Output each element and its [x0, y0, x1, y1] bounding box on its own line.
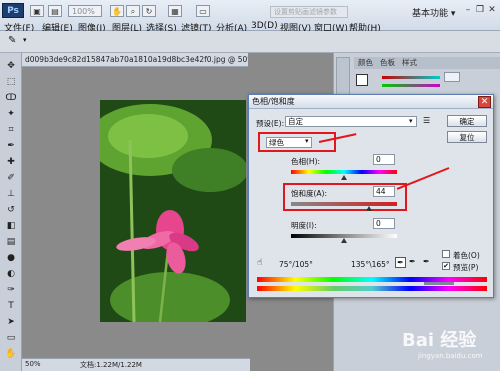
hand-icon[interactable]: ✋ [110, 5, 124, 17]
preview-label: 预览(P) [453, 263, 479, 272]
chevron-down-icon[interactable]: ▾ [409, 117, 413, 125]
clone-stamp-tool-icon[interactable]: ⊥ [5, 188, 17, 200]
type-tool-icon[interactable]: T [5, 300, 17, 312]
close-icon[interactable]: ✕ [478, 96, 491, 108]
preset-label: 预设(E): [256, 119, 285, 128]
chevron-down-icon[interactable]: ▾ [305, 137, 309, 145]
reset-button[interactable]: 复位 [447, 131, 487, 143]
hue-slider-track[interactable] [291, 170, 397, 174]
shape-tool-icon[interactable]: ▭ [5, 332, 17, 344]
restore-icon[interactable]: ❐ [474, 4, 486, 16]
tab-swatches[interactable]: 色板 [380, 57, 395, 69]
saturation-label: 饱和度(A): [291, 189, 328, 198]
targeted-adjustment-icon[interactable]: ☝ [257, 258, 262, 268]
workspace-switcher[interactable]: 基本功能 ▾ [412, 6, 455, 19]
lotus-illustration [100, 100, 246, 322]
preset-value: 自定 [288, 117, 303, 126]
eyedropper-minus-icon[interactable]: ✒ [423, 257, 430, 266]
channel-value: 绿色 [269, 138, 284, 147]
eyedropper-tool-preset-icon[interactable]: ✎ [8, 35, 22, 47]
close-app-icon[interactable]: ✕ [486, 4, 498, 16]
brush-tool-icon[interactable]: ✐ [5, 172, 17, 184]
lightness-field[interactable]: 0 [373, 218, 395, 229]
gradient-tool-icon[interactable]: ▤ [5, 236, 17, 248]
range-left-value: 75°/105° [279, 260, 313, 269]
blur-tool-icon[interactable]: ● [5, 252, 17, 264]
minimize-icon[interactable]: – [462, 4, 474, 16]
color-slider-g[interactable] [382, 84, 440, 87]
hue-slider-thumb[interactable] [341, 175, 347, 180]
foreground-color-swatch[interactable] [356, 74, 368, 86]
watermark-brand: Bai 经验 [402, 330, 477, 351]
options-hint-field: 设置剪贴画滤镜参数 [270, 6, 348, 18]
status-doc-size: 文档:1.22M/1.22M [80, 361, 142, 369]
status-bar: 50% 文档:1.22M/1.22M [22, 358, 250, 371]
color-panel-tabs: 颜色 色板 样式 [354, 57, 500, 69]
watermark-url: jingyan.baidu.com [418, 352, 483, 360]
preset-options-icon[interactable]: ☰ [423, 116, 430, 125]
annotation-arrow [396, 167, 450, 190]
tab-color[interactable]: 颜色 [358, 57, 373, 69]
path-select-tool-icon[interactable]: ➤ [5, 316, 17, 328]
bridge-icon[interactable]: ▣ [30, 5, 44, 17]
eyedropper-icon[interactable]: ✒ [395, 257, 406, 268]
document-tab[interactable]: d009b3de9c82d15847ab70a1810a19d8bc3e42f0… [22, 53, 248, 67]
eyedropper-tool-icon[interactable]: ✒ [5, 140, 17, 152]
healing-brush-tool-icon[interactable]: ✚ [5, 156, 17, 168]
status-zoom[interactable]: 50% [25, 360, 41, 368]
preset-select[interactable]: 自定 [285, 116, 417, 127]
hue-label: 色相(H): [291, 157, 321, 166]
lightness-slider-thumb[interactable] [341, 238, 347, 243]
color-bar-bottom [257, 286, 487, 291]
menu-3d[interactable]: 3D(D) [251, 21, 278, 31]
zoom-icon[interactable]: ⌕ [126, 5, 140, 17]
options-bar [0, 31, 500, 53]
zoom-level-select[interactable]: 100% [68, 5, 102, 17]
range-right-value: 135°\165° [351, 260, 390, 269]
ok-button[interactable]: 确定 [447, 115, 487, 127]
screen-mode-icon[interactable]: ▭ [196, 5, 210, 17]
history-brush-tool-icon[interactable]: ↺ [5, 204, 17, 216]
color-value-field[interactable] [444, 72, 460, 82]
eraser-tool-icon[interactable]: ◧ [5, 220, 17, 232]
color-slider-r[interactable] [382, 76, 440, 79]
saturation-slider-thumb[interactable] [366, 206, 372, 211]
dodge-tool-icon[interactable]: ◐ [5, 268, 17, 280]
dialog-title: 色相/饱和度 [249, 95, 493, 109]
lotus-photo [100, 100, 246, 322]
lasso-tool-icon[interactable]: ↀ [5, 92, 17, 104]
eyedropper-plus-icon[interactable]: ✒ [409, 257, 416, 266]
app-logo: Ps [2, 3, 24, 18]
chevron-down-icon[interactable]: ▾ [23, 36, 27, 44]
colorize-label: 着色(O) [453, 251, 480, 260]
preview-checkbox[interactable]: ✔ [442, 262, 450, 270]
hand-tool-icon[interactable]: ✋ [5, 348, 17, 360]
baidu-watermark: Bai 经验 jingyan.baidu.com [400, 318, 500, 371]
lightness-label: 明度(I): [291, 221, 317, 230]
saturation-slider-track[interactable] [291, 202, 397, 206]
hue-field[interactable]: 0 [373, 154, 395, 165]
minibridge-icon[interactable]: ▤ [48, 5, 62, 17]
marquee-tool-icon[interactable]: ⬚ [5, 76, 17, 88]
tab-styles[interactable]: 样式 [402, 57, 417, 69]
arrange-documents-icon[interactable]: ▦ [168, 5, 182, 17]
crop-tool-icon[interactable]: ⌗ [5, 124, 17, 136]
colorize-checkbox[interactable] [442, 250, 450, 258]
saturation-field[interactable]: 44 [373, 186, 395, 197]
move-tool-icon[interactable]: ✥ [5, 60, 17, 72]
rotate-view-icon[interactable]: ↻ [142, 5, 156, 17]
quick-select-tool-icon[interactable]: ✦ [5, 108, 17, 120]
hue-saturation-dialog: 色相/饱和度 ✕ 预设(E): 自定 ▾ ☰ 确定 复位 绿色 ▾ 色相(H):… [248, 94, 494, 298]
range-slider[interactable] [424, 282, 454, 285]
pen-tool-icon[interactable]: ✑ [5, 284, 17, 296]
